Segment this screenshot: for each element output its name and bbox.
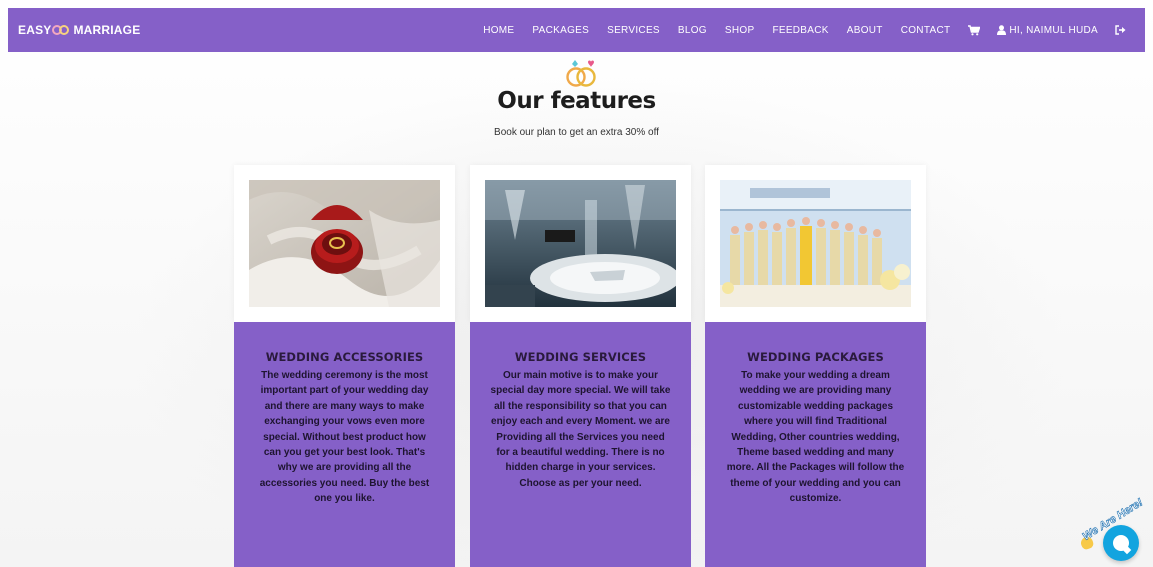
feature-card-packages[interactable]: WEDDING PACKAGES To make your wedding a … — [705, 165, 926, 567]
card-title: WEDDING ACCESSORIES — [265, 350, 424, 364]
brand-text-left: EASY — [18, 23, 52, 37]
wedding-rings-icon — [566, 60, 596, 87]
feature-card-services[interactable]: WEDDING SERVICES Our main motive is to m… — [470, 165, 691, 567]
card-image-frame — [705, 165, 926, 322]
navbar: EASY MARRIAGE HOME PACKAGES SERVICES BLO… — [8, 8, 1145, 52]
nav-link-feedback[interactable]: FEEDBACK — [763, 25, 837, 36]
card-text: To make your wedding a dream wedding we … — [726, 370, 905, 505]
table-setting-photo — [485, 180, 676, 307]
card-text: The wedding ceremony is the most importa… — [259, 370, 430, 505]
card-body: WEDDING ACCESSORIES The wedding ceremony… — [234, 322, 455, 567]
card-body: WEDDING PACKAGES To make your wedding a … — [705, 322, 926, 567]
feature-card-accessories[interactable]: WEDDING ACCESSORIES The wedding ceremony… — [234, 165, 455, 567]
card-title: WEDDING PACKAGES — [747, 350, 884, 364]
nav-link-about[interactable]: ABOUT — [838, 25, 892, 36]
ring-box-photo — [249, 180, 440, 307]
user-greeting: HI, NAIMUL HUDA — [1009, 24, 1098, 36]
chat-open-button[interactable] — [1103, 525, 1139, 561]
brand-logo[interactable]: EASY MARRIAGE — [18, 23, 140, 37]
card-text: Our main motive is to make your special … — [490, 370, 671, 489]
user-icon — [997, 25, 1007, 35]
section-subtitle: Book our plan to get an extra 30% off — [494, 127, 659, 138]
logout-icon[interactable] — [1106, 25, 1135, 35]
card-title: WEDDING SERVICES — [514, 350, 647, 364]
chat-bubble-icon — [1113, 535, 1129, 551]
card-image-frame — [234, 165, 455, 322]
wedding-party-photo — [720, 180, 911, 307]
brand-text-right: MARRIAGE — [73, 23, 141, 37]
rings-icon — [52, 23, 72, 37]
cart-icon[interactable] — [959, 24, 989, 36]
user-menu[interactable]: HI, NAIMUL HUDA — [989, 25, 1106, 36]
nav-link-blog[interactable]: BLOG — [669, 25, 716, 36]
nav-link-services[interactable]: SERVICES — [598, 25, 669, 36]
nav-link-packages[interactable]: PACKAGES — [523, 25, 598, 36]
chat-widget[interactable]: We Are Here! — [1077, 495, 1151, 565]
card-image-frame — [470, 165, 691, 322]
section-title: Our features — [497, 88, 656, 114]
card-body: WEDDING SERVICES Our main motive is to m… — [470, 322, 691, 567]
page: EASY MARRIAGE HOME PACKAGES SERVICES BLO… — [0, 0, 1153, 567]
nav-link-home[interactable]: HOME — [474, 25, 523, 36]
nav-link-contact[interactable]: CONTACT — [892, 25, 960, 36]
nav-links: HOME PACKAGES SERVICES BLOG SHOP FEEDBAC… — [474, 25, 1135, 36]
nav-link-shop[interactable]: SHOP — [716, 25, 764, 36]
